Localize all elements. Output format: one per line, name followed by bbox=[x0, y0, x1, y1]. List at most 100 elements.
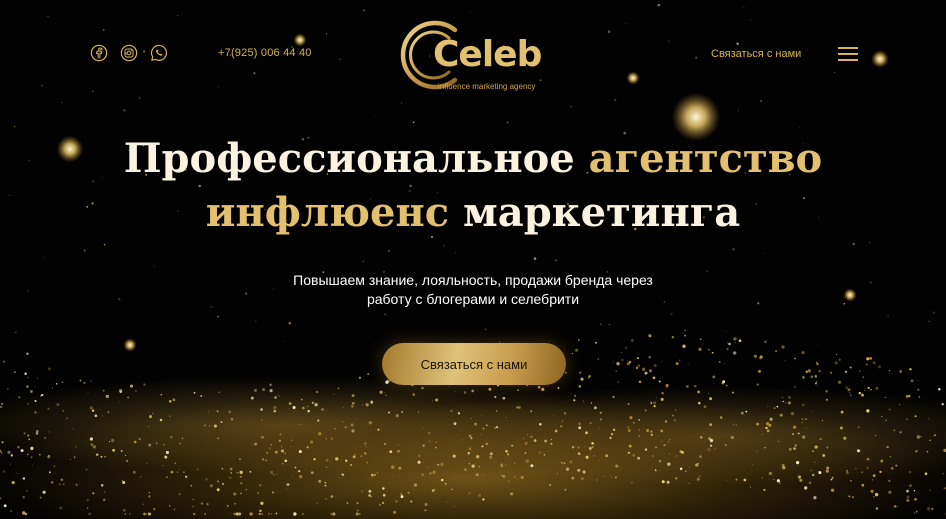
glitter-particle bbox=[346, 502, 349, 504]
glitter-particle bbox=[165, 450, 169, 455]
glitter-particle bbox=[888, 479, 891, 483]
glitter-particle bbox=[530, 464, 534, 468]
glitter-particle bbox=[412, 393, 415, 396]
menu-burger-icon[interactable] bbox=[838, 47, 858, 61]
glitter-particle bbox=[453, 422, 457, 425]
glitter-particle bbox=[367, 373, 370, 376]
glitter-particle bbox=[816, 381, 818, 383]
glitter-particle bbox=[298, 469, 301, 473]
glitter-particle bbox=[316, 502, 318, 504]
glitter-particle bbox=[624, 22, 627, 25]
glitter-particle bbox=[272, 473, 275, 476]
glitter-particle bbox=[588, 446, 592, 451]
glitter-particle bbox=[132, 470, 136, 474]
glitter-particle bbox=[377, 355, 379, 357]
glitter-particle bbox=[830, 488, 835, 492]
glitter-particle bbox=[799, 478, 803, 482]
glitter-particle bbox=[638, 429, 640, 431]
glitter-particle bbox=[597, 358, 600, 360]
glitter-particle bbox=[481, 445, 484, 448]
phone-link[interactable]: +7(925) 006 44 40 bbox=[218, 47, 312, 59]
glitter-particle bbox=[609, 436, 612, 440]
glitter-particle bbox=[62, 409, 65, 412]
glitter-particle bbox=[638, 435, 640, 437]
glitter-particle bbox=[245, 488, 248, 491]
glitter-particle bbox=[861, 393, 864, 397]
glitter-particle bbox=[675, 409, 676, 411]
glitter-particle bbox=[478, 494, 481, 497]
glitter-particle bbox=[268, 447, 271, 450]
glitter-particle bbox=[508, 480, 510, 482]
glitter-particle bbox=[382, 487, 385, 490]
glitter-particle bbox=[639, 364, 641, 366]
glitter-particle bbox=[410, 500, 413, 503]
facebook-icon[interactable] bbox=[90, 44, 108, 62]
glitter-particle bbox=[804, 486, 808, 490]
glitter-particle bbox=[497, 384, 499, 387]
glitter-particle bbox=[802, 376, 805, 379]
glitter-particle bbox=[330, 495, 334, 498]
glitter-particle bbox=[148, 443, 152, 447]
glitter-particle bbox=[654, 469, 657, 471]
glitter-particle bbox=[624, 346, 628, 349]
glitter-particle bbox=[578, 422, 581, 426]
glitter-particle bbox=[340, 456, 342, 458]
glitter-particle bbox=[494, 427, 496, 429]
glitter-particle bbox=[808, 481, 812, 485]
glitter-particle bbox=[846, 471, 849, 475]
glitter-particle bbox=[667, 441, 670, 443]
glitter-particle bbox=[480, 415, 482, 417]
glitter-particle bbox=[578, 385, 582, 388]
glitter-particle bbox=[899, 370, 903, 373]
glitter-particle bbox=[47, 407, 50, 410]
glitter-particle bbox=[866, 409, 870, 413]
glitter-particle bbox=[86, 499, 89, 502]
glitter-particle bbox=[370, 400, 374, 404]
header-contact-link[interactable]: Связаться с нами bbox=[711, 48, 801, 60]
glitter-particle bbox=[644, 371, 648, 375]
glitter-particle bbox=[298, 450, 302, 454]
glitter-particle bbox=[761, 476, 764, 479]
glitter-particle bbox=[731, 391, 734, 394]
whatsapp-icon[interactable] bbox=[150, 44, 168, 62]
glitter-particle bbox=[146, 462, 148, 464]
glitter-particle bbox=[235, 512, 239, 516]
glitter-particle bbox=[580, 377, 584, 381]
glitter-particle bbox=[812, 411, 814, 412]
social-links bbox=[90, 44, 168, 62]
glitter-particle bbox=[646, 429, 650, 432]
glitter-particle bbox=[839, 426, 843, 430]
glitter-particle bbox=[574, 394, 577, 398]
glitter-particle bbox=[90, 380, 92, 382]
glitter-particle bbox=[452, 439, 454, 441]
glitter-particle bbox=[274, 450, 278, 454]
instagram-icon[interactable] bbox=[120, 44, 138, 62]
glitter-particle bbox=[893, 429, 896, 432]
glitter-particle bbox=[389, 450, 393, 454]
glitter-particle bbox=[13, 125, 16, 128]
glitter-particle bbox=[216, 488, 220, 492]
glitter-particle bbox=[795, 460, 800, 465]
glitter-particle bbox=[725, 384, 728, 387]
glitter-particle bbox=[204, 513, 206, 515]
glitter-particle bbox=[660, 397, 664, 401]
glitter-particle bbox=[726, 480, 728, 482]
glitter-particle bbox=[28, 438, 31, 441]
glitter-particle bbox=[278, 395, 280, 397]
glitter-particle bbox=[83, 381, 86, 384]
glitter-particle bbox=[257, 492, 259, 494]
glitter-particle bbox=[856, 449, 860, 452]
glitter-particle bbox=[627, 429, 631, 432]
glitter-particle bbox=[812, 473, 815, 477]
glitter-particle bbox=[356, 502, 359, 505]
glitter-particle bbox=[401, 102, 403, 104]
glitter-particle bbox=[794, 444, 797, 447]
glitter-particle bbox=[707, 448, 711, 452]
glitter-particle bbox=[612, 361, 615, 363]
glitter-particle bbox=[279, 433, 282, 436]
celeb-logo[interactable]: Celeb influence marketing agency bbox=[397, 14, 557, 96]
glitter-particle bbox=[655, 469, 657, 472]
contact-cta-button[interactable]: Связаться с нами bbox=[382, 343, 566, 385]
glitter-particle bbox=[382, 493, 386, 497]
hero-title-part: Профессиональное bbox=[123, 135, 589, 182]
